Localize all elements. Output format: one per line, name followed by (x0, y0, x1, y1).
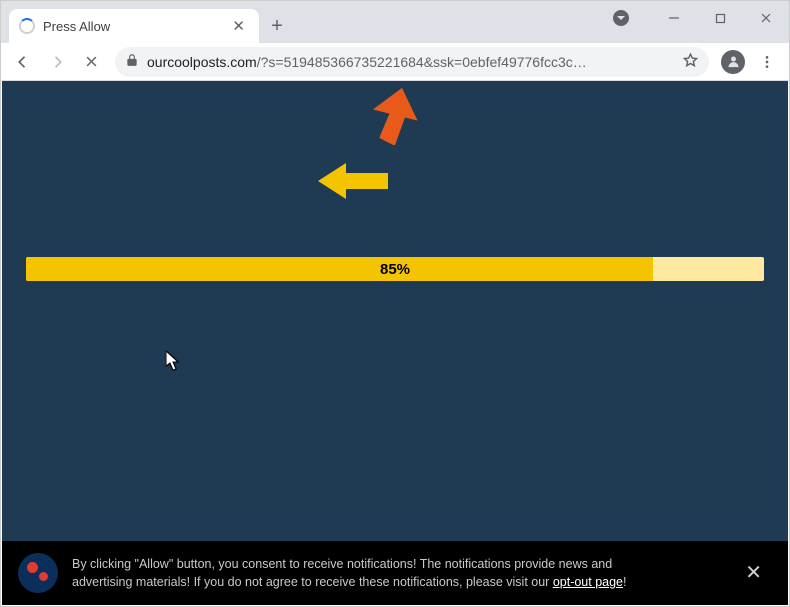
progress-label: 85% (26, 257, 764, 281)
window-close-button[interactable] (743, 1, 789, 35)
opt-out-link[interactable]: opt-out page (553, 575, 623, 589)
address-url: ourcoolposts.com/?s=519485366735221684&s… (147, 54, 674, 70)
fake-progress-bar: 85% (26, 257, 764, 281)
mouse-cursor-icon (166, 351, 180, 371)
tab-search-button[interactable] (613, 10, 629, 26)
nav-forward-button (41, 46, 73, 78)
profile-avatar-button[interactable] (721, 50, 745, 74)
window-controls (613, 1, 789, 35)
notification-line1: By clicking "Allow" button, you consent … (72, 555, 721, 573)
notification-badge-icon (18, 553, 58, 593)
address-path: /?s=519485366735221684&ssk=0ebfef49776fc… (257, 54, 587, 70)
loading-spinner-icon (19, 18, 35, 34)
notification-banner: By clicking "Allow" button, you consent … (2, 541, 788, 605)
notification-line2: advertising materials! If you do not agr… (72, 573, 721, 591)
browser-toolbar: ourcoolposts.com/?s=519485366735221684&s… (1, 43, 789, 81)
tab-close-button[interactable]: ✕ (228, 17, 249, 36)
page-viewport: 85% pcrisk.com By clicking "Allow" butto… (2, 81, 788, 605)
browser-titlebar: Press Allow ✕ + (1, 1, 789, 43)
address-bar[interactable]: ourcoolposts.com/?s=519485366735221684&s… (115, 47, 709, 77)
nav-stop-button[interactable] (75, 46, 107, 78)
annotation-arrow-up-icon (372, 87, 418, 145)
window-minimize-button[interactable] (651, 1, 697, 35)
new-tab-button[interactable]: + (263, 12, 291, 40)
browser-tab[interactable]: Press Allow ✕ (9, 9, 259, 43)
tab-title: Press Allow (43, 19, 220, 34)
bookmark-star-button[interactable] (682, 52, 699, 72)
notification-message: By clicking "Allow" button, you consent … (72, 555, 721, 591)
nav-back-button[interactable] (7, 46, 39, 78)
notification-close-button[interactable]: ✕ (735, 553, 772, 594)
browser-menu-button[interactable] (751, 46, 783, 78)
lock-icon (125, 53, 139, 70)
address-host: ourcoolposts.com (147, 54, 257, 70)
window-maximize-button[interactable] (697, 1, 743, 35)
annotation-arrow-left-icon (318, 161, 388, 201)
